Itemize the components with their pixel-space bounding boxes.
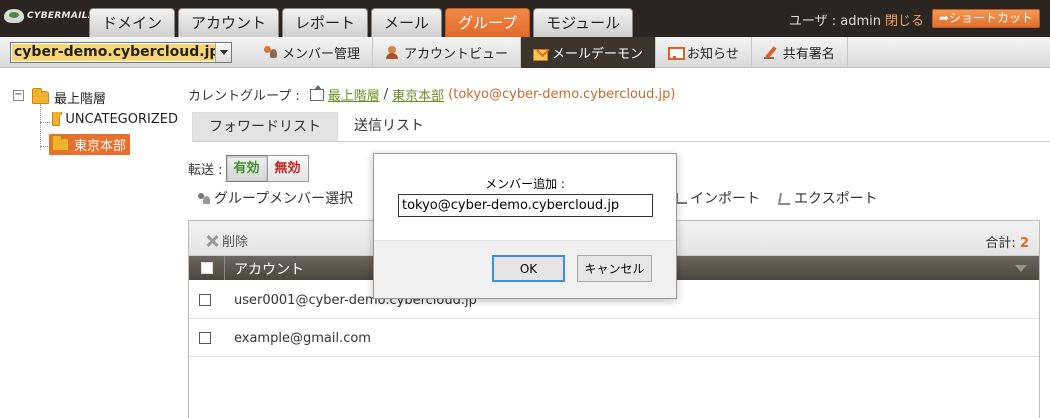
content-tabs: フォワードリスト 送信リスト (192, 112, 440, 141)
tree-collapse-toggle[interactable]: − (13, 90, 24, 101)
tab-account[interactable]: アカウント (178, 8, 280, 37)
transfer-label: 転送 : (188, 163, 223, 178)
subtab-label: アカウントビュー (404, 47, 509, 62)
tab-domain[interactable]: ドメイン (89, 8, 176, 37)
tab-mail[interactable]: メール (371, 8, 443, 37)
subtab-label: メンバー管理 (282, 47, 361, 62)
people-icon (198, 192, 211, 204)
user-label: ユーザ : admin (788, 14, 881, 29)
main-tabs: ドメイン アカウント レポート メール グループ モジュール (89, 8, 634, 37)
account-view-icon (385, 46, 400, 59)
subtab-account-view[interactable]: アカウントビュー (373, 37, 522, 68)
breadcrumb-group-email: (tokyo@cyber-demo.cybercloud.jp) (448, 87, 676, 102)
column-header-account[interactable]: アカウント (234, 259, 304, 279)
total-count: 合計: 2 (985, 232, 1029, 251)
export-icon (778, 192, 791, 204)
tool-label: エクスポート (794, 191, 878, 207)
total-value: 2 (1019, 236, 1029, 251)
members-icon (263, 46, 278, 59)
delete-icon (206, 235, 218, 247)
breadcrumb-current-link[interactable]: 東京本部 (392, 85, 444, 104)
delete-label: 削除 (222, 235, 249, 250)
subtab-label: お知らせ (687, 47, 739, 62)
transfer-toggle-group: 転送 : 有効 無効 (188, 155, 309, 182)
select-all-cell (189, 256, 225, 280)
shortcut-button[interactable]: ➦ショートカット (931, 9, 1040, 28)
tree-node-label: 最上階層 (54, 92, 107, 107)
top-bar: CYBERMAILΣ ドメイン アカウント レポート メール グループ モジュー… (0, 0, 1050, 37)
home-icon (309, 84, 324, 101)
chevron-down-icon[interactable] (215, 43, 231, 62)
folder-icon (32, 88, 49, 104)
subtab-mail-daemon[interactable]: メールデーモン (521, 37, 657, 68)
row-checkbox[interactable] (199, 332, 211, 344)
tab-report[interactable]: レポート (282, 8, 369, 37)
subtab-shared-signature[interactable]: 共有署名 (752, 37, 848, 68)
group-tree: − 最上階層 UNCATEGORIZED 東京本部 (0, 68, 180, 418)
domain-select[interactable]: cyber-demo.cybercloud.jp (10, 42, 232, 63)
subtab-member-management[interactable]: メンバー管理 (251, 37, 374, 68)
tree-node-label: UNCATEGORIZED (65, 112, 178, 127)
total-label: 合計: (985, 236, 1016, 251)
folder-icon (52, 112, 63, 126)
member-email-input[interactable] (398, 194, 653, 217)
dialog-body: メンバー追加 : (374, 154, 676, 240)
sub-tabs: メンバー管理 アカウントビュー メールデーモン お知らせ 共有署名 (251, 37, 848, 68)
transfer-disabled-button[interactable]: 無効 (266, 155, 309, 182)
tab-send-list[interactable]: 送信リスト (338, 112, 440, 141)
signature-icon (763, 46, 779, 59)
delete-button[interactable]: 削除 (206, 231, 248, 250)
import-button[interactable]: インポート (674, 188, 760, 208)
subtab-notice[interactable]: お知らせ (656, 37, 752, 68)
tab-module[interactable]: モジュール (533, 8, 634, 37)
export-button[interactable]: エクスポート (778, 188, 878, 208)
select-group-members-button[interactable]: グループメンバー選択 (198, 188, 353, 208)
subtab-label: メールデーモン (552, 47, 644, 62)
tree-connector (40, 122, 50, 123)
ok-button[interactable]: OK (492, 255, 565, 282)
tab-divider (192, 141, 1050, 142)
logout-link[interactable]: 閉じる (885, 14, 924, 29)
shortcut-arrow-icon: ➦ (938, 11, 949, 25)
dialog-footer: OK キャンセル (374, 240, 676, 298)
user-info: ユーザ : admin 閉じる (789, 10, 924, 29)
tab-forward-list[interactable]: フォワードリスト (192, 112, 338, 141)
tree-node-root[interactable]: 最上階層 (32, 88, 106, 107)
folder-icon (52, 135, 69, 151)
transfer-enabled-button[interactable]: 有効 (225, 155, 268, 182)
subtab-label: 共有署名 (782, 47, 835, 62)
cancel-button[interactable]: キャンセル (577, 255, 652, 282)
breadcrumb-root-link[interactable]: 最上階層 (328, 85, 380, 104)
dialog-message: メンバー追加 : (485, 177, 565, 191)
tree-node-tokyo-hq[interactable]: 東京本部 (49, 134, 131, 155)
tool-label: グループメンバー選択 (214, 191, 354, 207)
tree-node-label: 東京本部 (74, 139, 127, 154)
mail-daemon-icon (533, 46, 549, 61)
row-checkbox[interactable] (199, 294, 211, 306)
sub-bar: cyber-demo.cybercloud.jp メンバー管理 アカウントビュー… (0, 37, 1050, 68)
tree-node-uncategorized[interactable]: UNCATEGORIZED (52, 112, 178, 127)
shortcut-label: ショートカット (948, 11, 1033, 25)
tree-connector (40, 104, 41, 150)
logo: CYBERMAILΣ (4, 9, 94, 23)
logo-mark-icon (4, 9, 24, 23)
logo-text: CYBERMAILΣ (27, 11, 95, 21)
breadcrumb-separator: / (383, 87, 389, 102)
tool-label: インポート (690, 191, 760, 207)
account-cell: example@gmail.com (234, 331, 371, 346)
add-member-dialog: メンバー追加 : OK キャンセル (373, 153, 677, 299)
breadcrumb: カレントグループ : 最上階層 / 東京本部 (tokyo@cyber-demo… (188, 84, 676, 104)
column-menu-icon[interactable] (1015, 265, 1027, 272)
breadcrumb-prefix: カレントグループ : (188, 89, 300, 104)
table-row[interactable]: example@gmail.com (189, 319, 1039, 357)
domain-select-value: cyber-demo.cybercloud.jp (12, 44, 222, 61)
notice-icon (668, 46, 686, 60)
select-all-checkbox[interactable] (201, 262, 213, 274)
tab-group[interactable]: グループ (445, 8, 531, 37)
